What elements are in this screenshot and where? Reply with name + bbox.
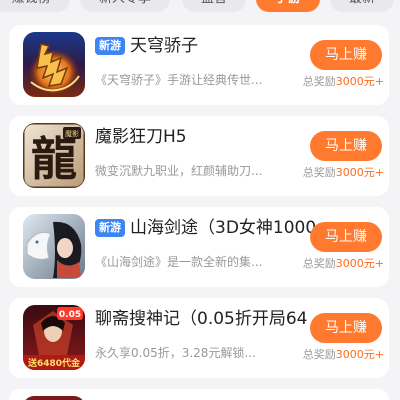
reward-amount: 3000元 [335, 348, 375, 361]
reward-label: 总奖励 [302, 257, 336, 270]
game-card[interactable] [9, 389, 389, 400]
total-reward: 总奖励3000元+ [290, 345, 384, 365]
game-title: 魔影狂刀H5 [95, 127, 187, 147]
icon-tag: 魔影 [65, 129, 79, 138]
earn-now-button[interactable]: 马上赚 [310, 222, 382, 252]
tab-newcomer[interactable]: 新人专享 [80, 0, 170, 12]
icon-discount-tag: 0.05 [59, 310, 81, 320]
game-title: 天穹骄子 [130, 36, 198, 56]
game-card[interactable]: 龍 魔影 魔影狂刀H5 微变沉默九职业，红颜辅助刀... 马上赚 总奖励3000… [9, 116, 389, 196]
game-icon: 龍 魔影 [23, 123, 85, 188]
game-title: 聊斋搜神记（0.05折开局64 [95, 309, 308, 329]
reward-amount: 3000元 [335, 257, 375, 270]
game-title-row: 聊斋搜神记（0.05折开局64 [95, 307, 323, 335]
tab-mobile-games[interactable]: 手游 [256, 0, 320, 12]
game-title-row: 新游 天穹骄子 [95, 34, 323, 62]
total-reward: 总奖励3000元+ [290, 72, 384, 92]
new-game-badge: 新游 [95, 37, 125, 55]
icon-banner: 送6480代金 [27, 357, 81, 369]
game-icon [23, 396, 85, 400]
game-title-row: 新游 山海剑途（3D女神1000 [95, 216, 323, 244]
earn-now-button[interactable]: 马上赚 [310, 40, 382, 70]
game-icon [23, 32, 85, 97]
game-title-row: 魔影狂刀H5 [95, 125, 323, 153]
category-tabs: 赚钱榜 新人专享 盖音 手游 最新 [0, 0, 400, 16]
game-description: 永久享0.05折，3.28元解锁... [95, 346, 256, 360]
reward-plus: + [374, 348, 384, 361]
reward-label: 总奖励 [302, 348, 336, 361]
icon-dragon-char: 龍 [31, 132, 77, 186]
tab-latest[interactable]: 最新 [330, 0, 394, 12]
game-card[interactable]: 新游 山海剑途（3D女神1000 《山海剑途》是一款全新的集... 马上赚 总奖励… [9, 207, 389, 287]
reward-label: 总奖励 [302, 75, 336, 88]
earn-now-button[interactable]: 马上赚 [310, 131, 382, 161]
reward-plus: + [374, 257, 384, 270]
reward-plus: + [374, 75, 384, 88]
game-icon [23, 214, 85, 279]
game-card[interactable]: 新游 天穹骄子 《天穹骄子》手游让经典传世... 马上赚 总奖励3000元+ [9, 25, 389, 105]
tab-gaiyin[interactable]: 盖音 [182, 0, 246, 12]
game-description: 《天穹骄子》手游让经典传世... [95, 73, 263, 87]
total-reward: 总奖励3000元+ [290, 254, 384, 274]
reward-plus: + [374, 166, 384, 179]
game-description: 《山海剑途》是一款全新的集... [95, 255, 263, 269]
new-game-badge: 新游 [95, 219, 125, 237]
reward-amount: 3000元 [335, 166, 375, 179]
game-description: 微变沉默九职业，红颜辅助刀... [95, 164, 263, 178]
game-icon: 0.05 送6480代金 [23, 305, 85, 370]
earn-now-button[interactable]: 马上赚 [310, 313, 382, 343]
reward-label: 总奖励 [302, 166, 336, 179]
tab-earn-ranking[interactable]: 赚钱榜 [0, 0, 70, 12]
total-reward: 总奖励3000元+ [290, 163, 384, 183]
game-title: 山海剑途（3D女神1000 [130, 218, 317, 238]
reward-amount: 3000元 [335, 75, 375, 88]
game-card[interactable]: 0.05 送6480代金 聊斋搜神记（0.05折开局64 永久享0.05折，3.… [9, 298, 389, 378]
